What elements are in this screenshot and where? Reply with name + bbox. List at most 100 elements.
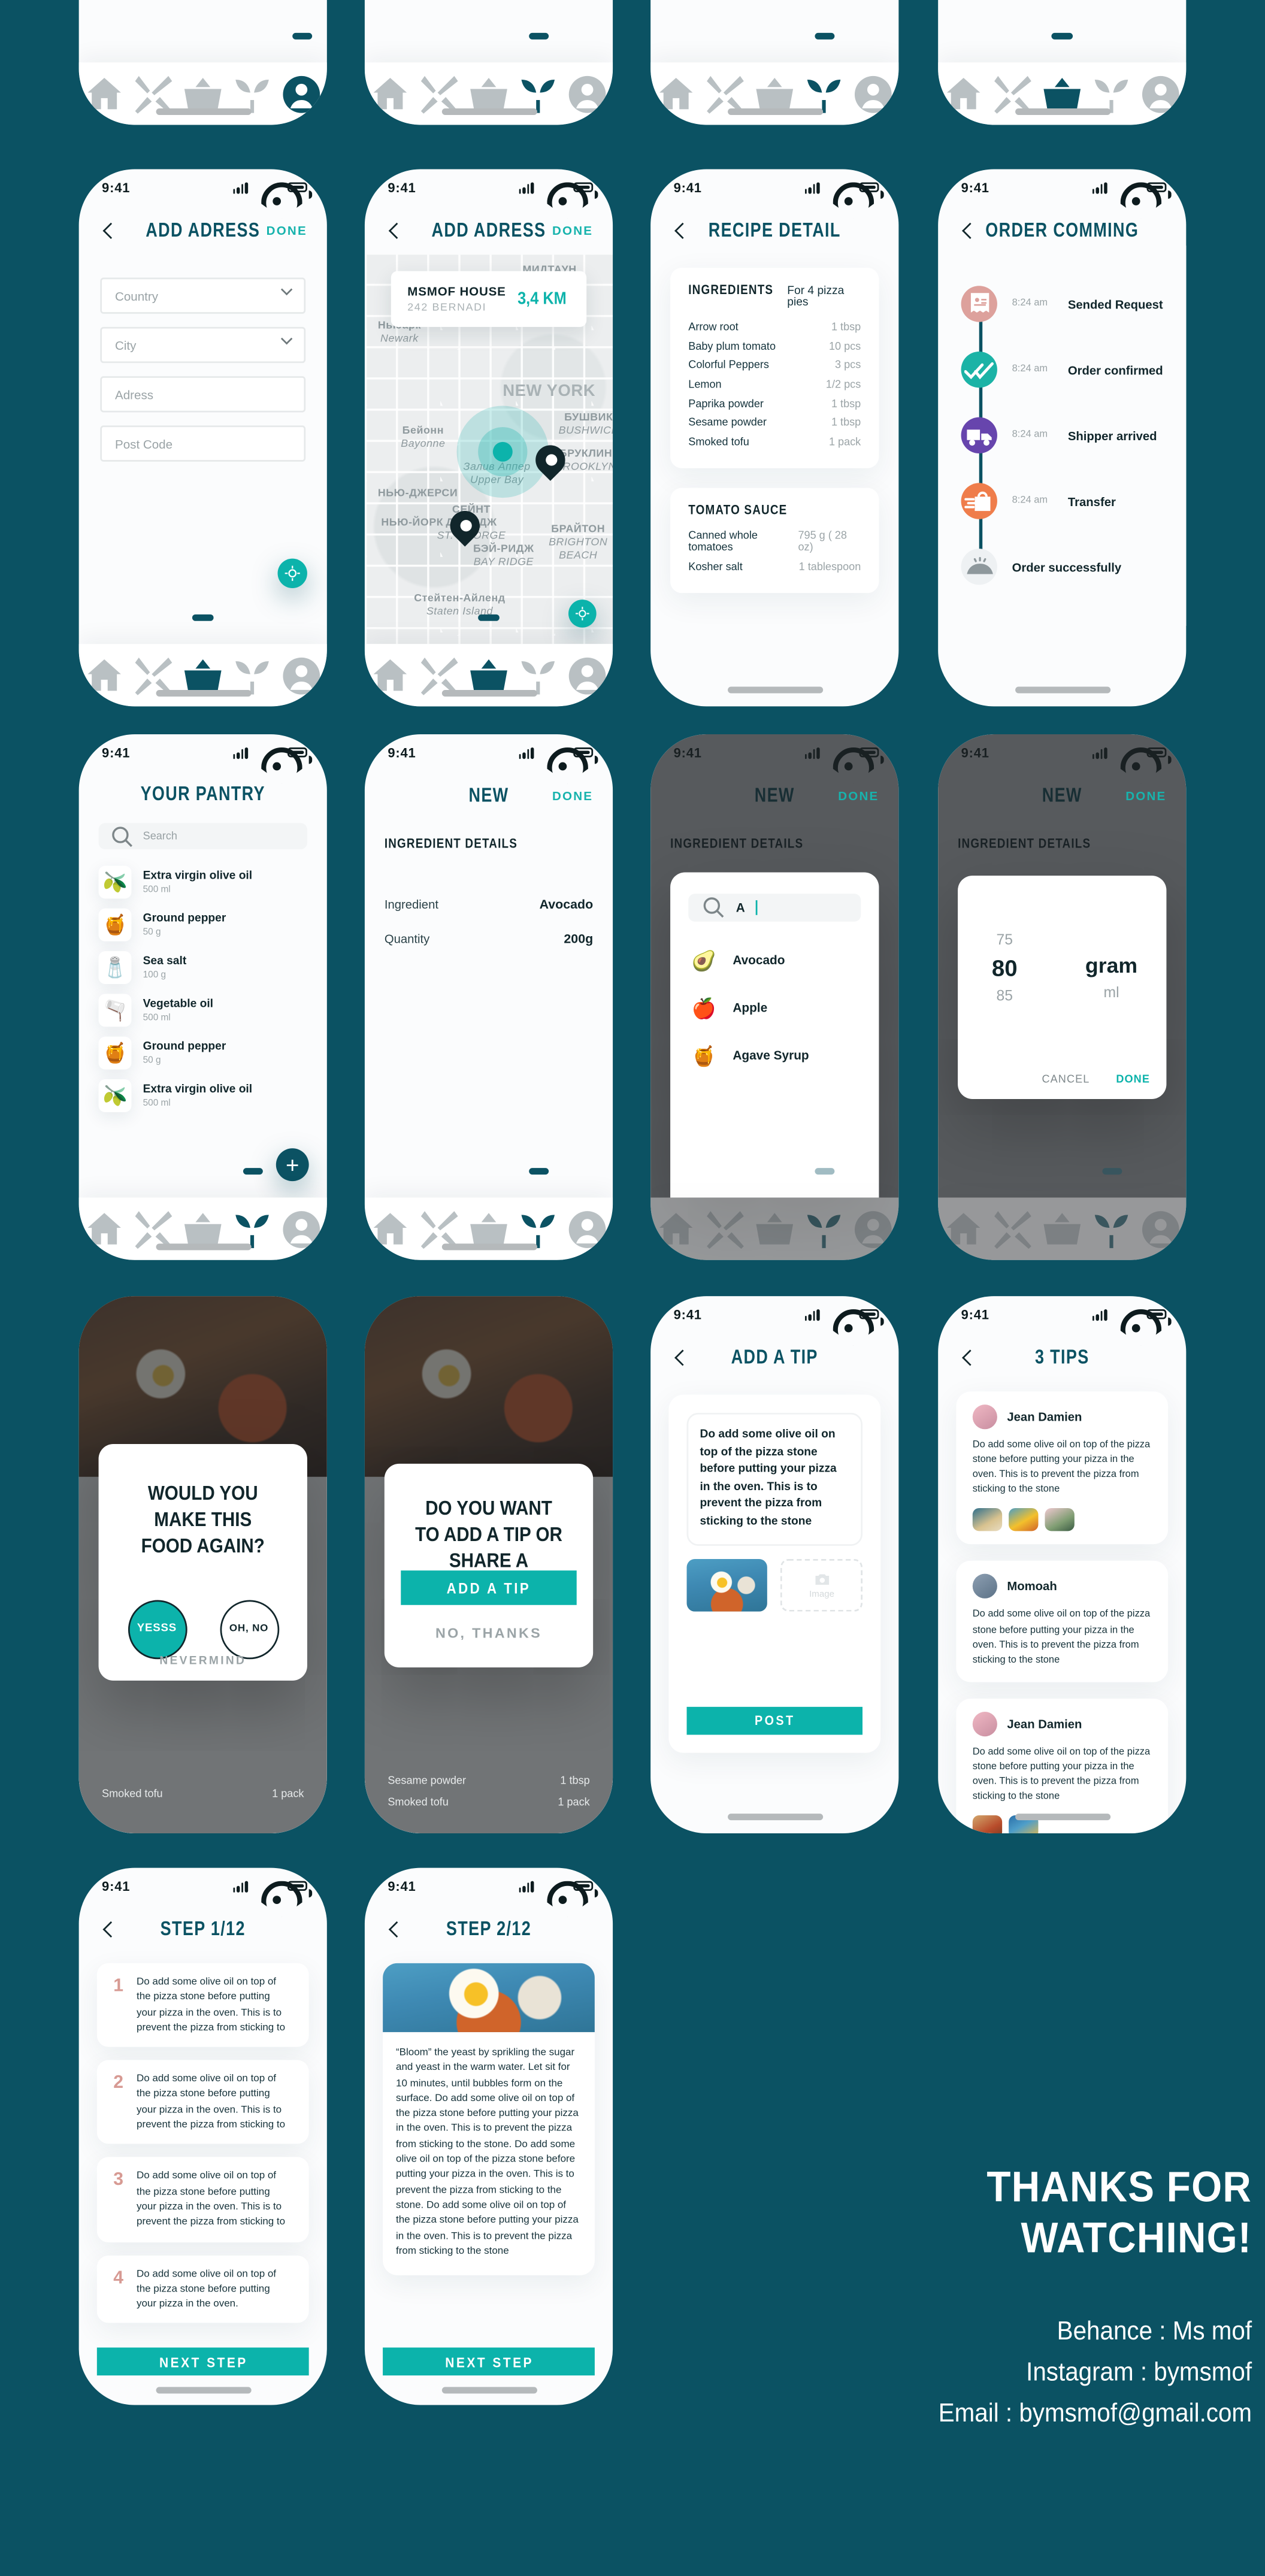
- tab-home[interactable]: [938, 49, 988, 125]
- tabbar[interactable]: [364, 32, 613, 125]
- done-button[interactable]: DONE: [552, 223, 593, 238]
- tab-home[interactable]: [79, 49, 129, 125]
- tab-profile[interactable]: [277, 631, 327, 706]
- tabbar[interactable]: [650, 1168, 899, 1260]
- tip-photo-thumb[interactable]: [972, 1815, 1003, 1834]
- list-item[interactable]: 🍯 Agave Syrup: [670, 1032, 879, 1080]
- tip-card[interactable]: Momoah Do add some olive oil on top of t…: [956, 1561, 1169, 1682]
- done-button[interactable]: DONE: [1125, 788, 1166, 803]
- background-ingredient-row: Smoked tofu 1 pack: [102, 1789, 304, 1800]
- cancel-button[interactable]: CANCEL: [1042, 1074, 1090, 1086]
- city-select[interactable]: City: [100, 326, 306, 364]
- tabbar[interactable]: [938, 32, 1187, 125]
- done-button[interactable]: DONE: [1116, 1074, 1150, 1086]
- ingredient-search-input[interactable]: A: [688, 894, 861, 922]
- list-item[interactable]: 🍯 Ground pepper 50 g: [79, 904, 327, 946]
- tab-profile[interactable]: [1137, 49, 1187, 125]
- tab-pantry[interactable]: [1087, 1168, 1137, 1260]
- tab-profile[interactable]: [277, 32, 327, 125]
- tip-photo-thumb[interactable]: [1009, 1509, 1039, 1532]
- list-item[interactable]: 🍯 Ground pepper 50 g: [79, 1032, 327, 1074]
- tab-home[interactable]: [365, 49, 414, 125]
- number-prev[interactable]: 75: [980, 931, 1029, 948]
- tab-home[interactable]: [650, 1185, 700, 1260]
- tabbar[interactable]: [364, 1168, 613, 1260]
- tabbar[interactable]: [78, 32, 327, 125]
- tip-textarea[interactable]: Do add some olive oil on top of the pizz…: [686, 1412, 862, 1546]
- list-item[interactable]: 🍎 Apple: [670, 984, 879, 1032]
- tab-home[interactable]: [365, 1185, 414, 1260]
- list-item[interactable]: 🫗 Vegetable oil 500 ml: [79, 989, 327, 1031]
- tab-basket[interactable]: [1037, 1185, 1087, 1260]
- tab-basket[interactable]: [750, 1185, 800, 1260]
- list-item[interactable]: 🫒 Extra virgin olive oil 500 ml: [79, 861, 327, 903]
- tab-recipes[interactable]: [988, 1185, 1037, 1260]
- tip-card[interactable]: Jean Damien Do add some olive oil on top…: [956, 1391, 1169, 1545]
- tab-home[interactable]: [938, 1185, 988, 1260]
- country-select[interactable]: Country: [100, 277, 306, 314]
- step-card[interactable]: 2 Do add some olive oil on top of the pi…: [96, 2060, 309, 2145]
- tab-profile[interactable]: [849, 49, 899, 125]
- tab-home[interactable]: [79, 1185, 129, 1260]
- list-item[interactable]: 🫒 Extra virgin olive oil 500 ml: [79, 1074, 327, 1117]
- list-item[interactable]: 🥑 Avocado: [670, 936, 879, 984]
- page-title: YOUR PANTRY: [140, 782, 265, 805]
- tab-home[interactable]: [650, 49, 700, 125]
- step-card[interactable]: 1 Do add some olive oil on top of the pi…: [96, 1963, 309, 2048]
- address-input[interactable]: Adress: [100, 376, 306, 413]
- tab-profile[interactable]: [563, 1185, 613, 1260]
- unit-next[interactable]: ml: [1079, 984, 1145, 1000]
- nevermind-button[interactable]: NEVERMIND: [99, 1656, 307, 1667]
- map-view[interactable]: МИДТАУНMIDTOWN КасарусSecaucus МАНХЭТТЕН…: [364, 255, 613, 644]
- tab-home[interactable]: [79, 631, 129, 706]
- tabbar[interactable]: [78, 614, 327, 707]
- place-card[interactable]: MSMOF HOUSE 242 BERNADI 3,4 KM: [391, 271, 587, 327]
- locate-me-button[interactable]: [568, 600, 597, 628]
- postcode-input[interactable]: Post Code: [100, 425, 306, 462]
- next-step-button[interactable]: NEXT STEP: [96, 2347, 309, 2376]
- serving-dome-icon: [966, 556, 992, 574]
- step-card[interactable]: 4 Do add some olive oil on top of the pi…: [96, 2254, 309, 2324]
- no-thanks-button[interactable]: NO, THANKS: [385, 1625, 593, 1641]
- done-button[interactable]: DONE: [552, 788, 593, 803]
- locate-me-button[interactable]: [277, 558, 307, 588]
- number-selected[interactable]: 80: [980, 955, 1029, 981]
- row-value[interactable]: Avocado: [540, 897, 594, 912]
- tabbar[interactable]: [650, 32, 899, 125]
- tab-recipes[interactable]: [700, 1185, 750, 1260]
- yes-button[interactable]: YESSS: [127, 1599, 187, 1659]
- tab-profile[interactable]: [277, 1185, 327, 1260]
- number-next[interactable]: 85: [980, 987, 1029, 1003]
- tab-profile[interactable]: [563, 49, 613, 125]
- next-step-button[interactable]: NEXT STEP: [383, 2347, 595, 2376]
- dialog-question: WOULD YOU MAKE THIS FOOD AGAIN?: [141, 1482, 265, 1558]
- postcode-input-placeholder: Post Code: [115, 436, 173, 451]
- search-input[interactable]: Search: [98, 823, 307, 850]
- tab-home[interactable]: [365, 631, 414, 706]
- add-tip-button[interactable]: ADD A TIP: [401, 1570, 577, 1605]
- signal-icon: [232, 1880, 249, 1892]
- picker-wheels[interactable]: 75 80 85 gram ml: [958, 876, 1166, 1004]
- no-button[interactable]: OH, NO: [219, 1599, 279, 1659]
- step-card[interactable]: 3 Do add some olive oil on top of the pi…: [96, 2157, 309, 2242]
- ingredient-row: Kosher salt 1 tablespoon: [688, 558, 861, 577]
- tab-profile[interactable]: [1137, 1185, 1187, 1260]
- tabbar[interactable]: [364, 614, 613, 707]
- tip-photo-thumb[interactable]: [972, 1509, 1003, 1532]
- tab-pantry[interactable]: [800, 1168, 849, 1260]
- done-button[interactable]: DONE: [838, 788, 879, 803]
- add-ingredient-button[interactable]: +: [276, 1148, 309, 1182]
- tab-profile[interactable]: [849, 1185, 899, 1260]
- unit-selected[interactable]: gram: [1079, 953, 1145, 977]
- add-photo-placeholder[interactable]: Image: [781, 1558, 862, 1612]
- post-button[interactable]: POST: [686, 1706, 862, 1735]
- list-item[interactable]: 🧂 Sea salt 100 g: [79, 946, 327, 989]
- tab-active-indicator: [193, 614, 213, 621]
- tabbar[interactable]: [78, 1168, 327, 1260]
- row-value[interactable]: 200g: [564, 931, 593, 946]
- tab-profile[interactable]: [563, 631, 613, 706]
- tip-photo-thumb[interactable]: [1045, 1509, 1075, 1532]
- tabbar[interactable]: [938, 1168, 1187, 1260]
- tip-photo-thumb[interactable]: [686, 1558, 768, 1612]
- done-button[interactable]: DONE: [267, 223, 307, 238]
